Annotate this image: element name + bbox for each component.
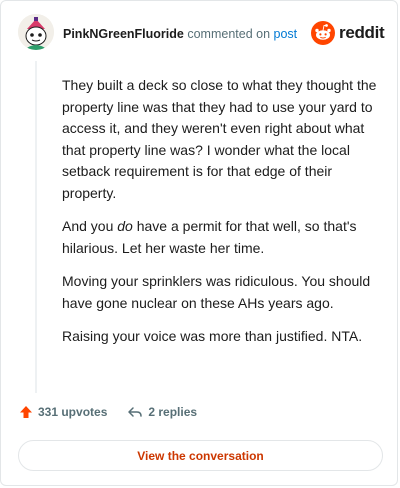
snoo-avatar-icon <box>18 14 54 50</box>
post-link[interactable]: post <box>274 27 298 41</box>
comment-paragraph: Raising your voice was more than justifi… <box>62 328 363 344</box>
comment-paragraph: They built a deck so close to what they … <box>62 77 377 201</box>
upvote-arrow-icon <box>20 406 32 418</box>
comment-paragraph: And you do have a permit for that well, … <box>62 216 382 259</box>
username-link[interactable]: PinkNGreenFluoride <box>63 27 184 41</box>
reply-count: 2 replies <box>148 405 198 419</box>
comment-text: And you <box>62 218 118 234</box>
comment-paragraph: Moving your sprinklers was ridiculous. Y… <box>62 273 371 311</box>
view-conversation-button[interactable]: View the conversation <box>18 440 383 471</box>
user-avatar[interactable] <box>18 14 54 50</box>
comment-body: They built a deck so close to what they … <box>62 75 382 360</box>
reddit-logo-icon <box>311 21 335 45</box>
upvote-count: 331 upvotes <box>38 405 108 419</box>
comment-header: PinkNGreenFluoride commented on post <box>63 27 297 41</box>
reddit-brand[interactable]: reddit <box>311 21 385 45</box>
commented-on-text: commented on <box>187 27 271 41</box>
reddit-wordmark: reddit <box>339 23 385 42</box>
comment-footer: 331 upvotes 2 replies <box>19 405 197 419</box>
upvote-stat[interactable]: 331 upvotes <box>19 405 107 419</box>
comment-emphasis: do <box>117 218 133 234</box>
comment-embed-card: PinkNGreenFluoride commented on post red… <box>0 0 398 486</box>
thread-line <box>35 61 37 393</box>
replies-stat[interactable]: 2 replies <box>127 405 197 419</box>
reply-arrow-icon <box>128 407 143 417</box>
